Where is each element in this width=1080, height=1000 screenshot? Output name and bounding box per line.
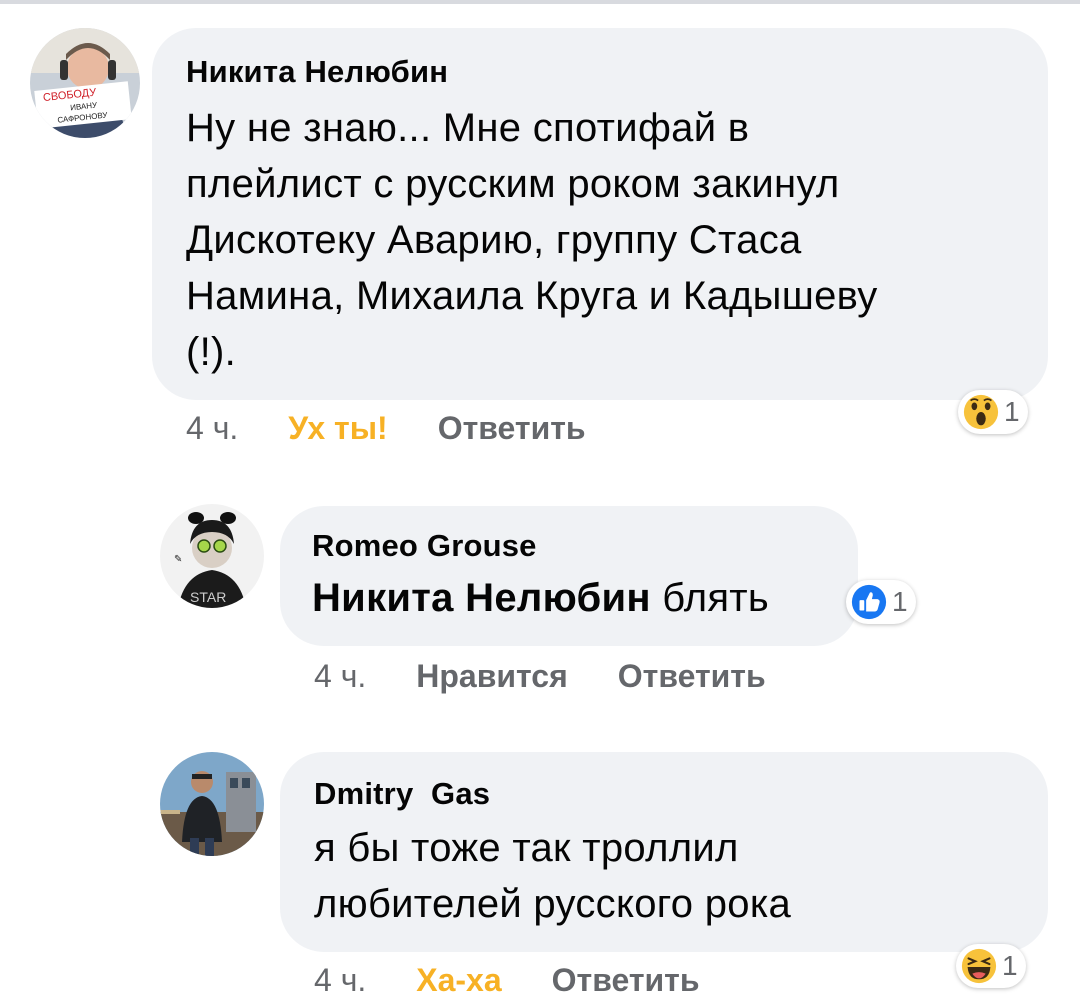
svg-text:✎: ✎ <box>174 554 182 565</box>
reply-button[interactable]: Ответить <box>438 410 586 447</box>
avatar-romeo-image: STAR ✎ <box>160 504 264 608</box>
comment-actions-dmitry: 4 ч. Ха-ха Ответить <box>314 962 750 999</box>
comment-author[interactable]: Dmitry Gas <box>314 776 1018 812</box>
timestamp[interactable]: 4 ч. <box>314 962 366 999</box>
comment-actions-nikita: 4 ч. Ух ты! Ответить <box>186 410 636 447</box>
comment-text: я бы тоже так троллил любителей русского… <box>314 820 1018 932</box>
comment-author[interactable]: Romeo Grouse <box>312 528 828 564</box>
like-button[interactable]: Нравится <box>416 658 568 695</box>
comment-text-line: (!). <box>186 330 237 374</box>
reaction-count-badge[interactable]: 1 <box>846 580 916 624</box>
reaction-count: 1 <box>892 586 908 617</box>
reply-button[interactable]: Ответить <box>618 658 766 695</box>
top-divider <box>0 0 1080 4</box>
reaction-count: 1 <box>1004 396 1020 427</box>
comment-text: Ну не знаю... Мне спотифай в плейлист с … <box>186 100 1018 380</box>
comment-text: Никита Нелюбин блять <box>312 570 828 626</box>
reaction-haha-button[interactable]: Ха-ха <box>416 962 501 999</box>
haha-emoji-icon <box>961 948 997 984</box>
avatar-dmitry[interactable] <box>160 752 264 856</box>
timestamp[interactable]: 4 ч. <box>314 658 366 695</box>
timestamp[interactable]: 4 ч. <box>186 410 238 447</box>
comment-text-line: Дискотеку Аварию, группу Стаса <box>186 218 802 262</box>
comment-text-body: блять <box>662 576 770 620</box>
mention-link[interactable]: Никита Нелюбин <box>312 576 651 620</box>
reaction-count-badge[interactable]: 1 <box>958 390 1028 434</box>
avatar-dmitry-image <box>160 752 264 856</box>
comment-text-line: Ну не знаю... Мне спотифай в <box>186 106 750 150</box>
comment-actions-romeo: 4 ч. Нравится Ответить <box>314 658 816 695</box>
avatar-nikita[interactable]: СВОБОДУ ИВАНУ САФРОНОВУ <box>30 28 140 138</box>
comment-text-line: любителей русского рока <box>314 882 792 926</box>
avatar-romeo[interactable]: STAR ✎ <box>160 504 264 608</box>
like-thumb-icon <box>851 584 887 620</box>
svg-text:STAR: STAR <box>190 589 226 605</box>
comment-author[interactable]: Никита Нелюбин <box>186 54 1018 90</box>
comment-text-line: плейлист с русским роком закинул <box>186 162 840 206</box>
reaction-count-badge[interactable]: 1 <box>956 944 1026 988</box>
comment-bubble-romeo: Romeo Grouse Никита Нелюбин блять <box>280 506 858 646</box>
reaction-count: 1 <box>1002 950 1018 981</box>
comment-text-line: Намина, Михаила Круга и Кадышеву <box>186 274 878 318</box>
comment-text-line: я бы тоже так троллил <box>314 826 739 870</box>
comment-bubble-dmitry: Dmitry Gas я бы тоже так троллил любител… <box>280 752 1048 952</box>
reaction-wow-button[interactable]: Ух ты! <box>288 410 387 447</box>
wow-emoji-icon <box>963 394 999 430</box>
reply-button[interactable]: Ответить <box>552 962 700 999</box>
avatar-nikita-image: СВОБОДУ ИВАНУ САФРОНОВУ <box>30 28 140 138</box>
comment-bubble-nikita: Никита Нелюбин Ну не знаю... Мне спотифа… <box>152 28 1048 400</box>
